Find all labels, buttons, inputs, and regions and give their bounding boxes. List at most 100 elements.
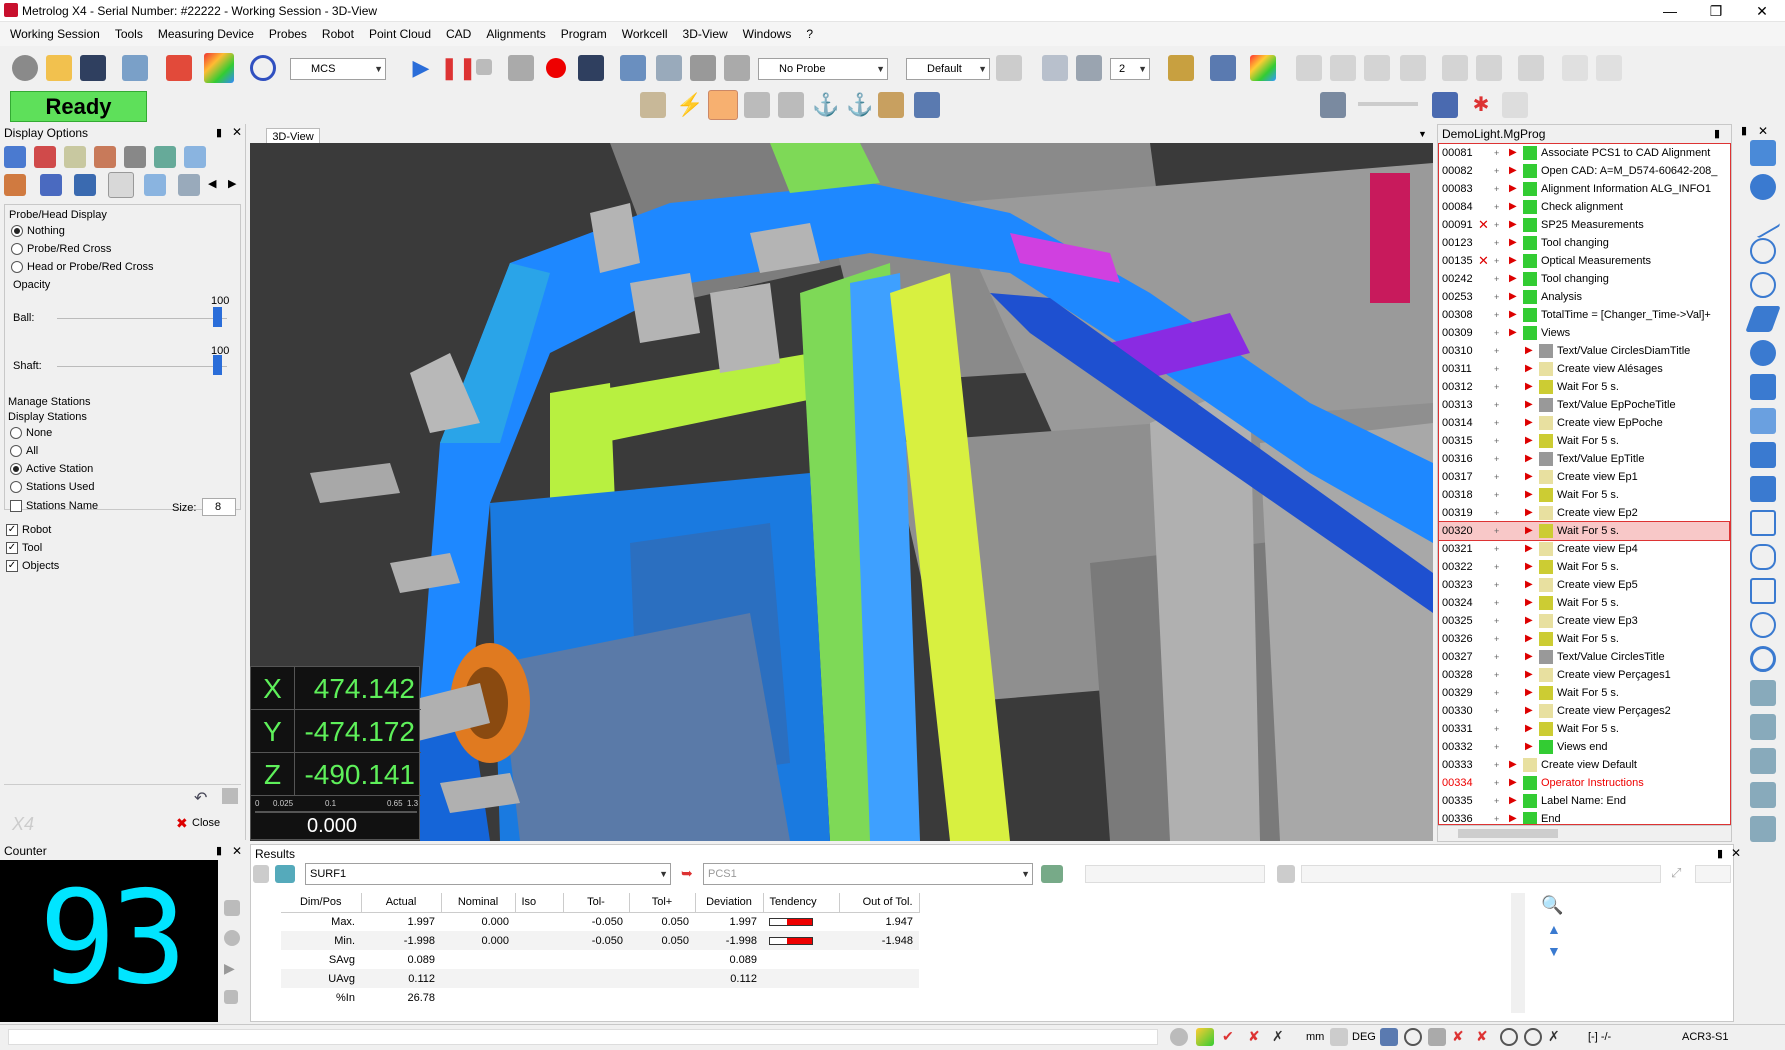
pause-icon[interactable]: ❚❚ (440, 55, 477, 81)
print-icon[interactable] (122, 55, 148, 81)
breakpoint-arrow-icon[interactable]: ▶ (1509, 760, 1519, 770)
scroll-right-icon[interactable]: ▶ (228, 177, 236, 190)
filter-input[interactable] (1085, 865, 1265, 883)
view-count-select[interactable]: 2 ▼ (1110, 58, 1150, 80)
display-mesh-icon[interactable] (184, 146, 206, 168)
cross-red-icon[interactable]: ✘ (1248, 1028, 1266, 1046)
program-row[interactable]: 00091 ✕ + ▶ SP25 Measurements (1439, 216, 1729, 234)
program-row[interactable]: 00326 + ▶ Wait For 5 s. (1439, 630, 1729, 648)
expand-icon[interactable]: + (1494, 166, 1504, 176)
expand-icon[interactable]: + (1494, 256, 1504, 266)
view-menu-chevron-icon[interactable]: ▼ (1418, 129, 1427, 139)
menu-measuring-device[interactable]: Measuring Device (158, 27, 254, 41)
cross-red-icon[interactable]: ✘ (1452, 1028, 1470, 1046)
display-probe-icon[interactable] (4, 146, 26, 168)
program-row[interactable]: 00320 + ▶ Wait For 5 s. (1439, 521, 1730, 541)
trash-icon[interactable] (224, 900, 240, 916)
expand-icon[interactable]: + (1494, 580, 1504, 590)
program-row[interactable]: 00314 + ▶ Create view EpPoche (1439, 414, 1729, 432)
menu-workcell[interactable]: Workcell (622, 27, 668, 41)
step-forward-icon[interactable]: ▶ (224, 960, 240, 976)
results-row[interactable]: Max. 1.997 0.000 -0.050 0.050 1.997 1.947 (281, 912, 919, 931)
scroll-left-icon[interactable]: ◀ (208, 177, 216, 190)
program-row[interactable]: 00083 + ▶ Alignment Information ALG_INFO1 (1439, 180, 1729, 198)
default-select[interactable]: Default ▼ (906, 58, 990, 80)
breakpoint-arrow-icon[interactable]: ▶ (1509, 166, 1519, 176)
program-row[interactable]: 00322 + ▶ Wait For 5 s. (1439, 558, 1729, 576)
expand-icon[interactable]: + (1494, 364, 1504, 374)
program-row[interactable]: 00324 + ▶ Wait For 5 s. (1439, 594, 1729, 612)
display-frame-icon[interactable] (40, 174, 62, 196)
minimize-button[interactable]: — (1647, 0, 1693, 22)
breakpoint-arrow-icon[interactable]: ▶ (1525, 364, 1535, 374)
construct-icon[interactable] (1750, 782, 1776, 808)
menu-working-session[interactable]: Working Session (10, 27, 100, 41)
torus-icon[interactable] (1750, 612, 1776, 638)
axis-icon[interactable]: ➥ (681, 865, 699, 883)
move-down-icon[interactable]: ▼ (1547, 943, 1561, 959)
program-row[interactable]: 00317 + ▶ Create view Ep1 (1439, 468, 1729, 486)
check-red-icon[interactable]: ✔ (1222, 1028, 1240, 1046)
expand-icon[interactable]: + (1494, 598, 1504, 608)
breakpoint-arrow-icon[interactable]: ▶ (1525, 454, 1535, 464)
speed-gauge-icon[interactable] (708, 90, 738, 120)
program-row[interactable]: 00253 + ▶ Analysis (1439, 288, 1729, 306)
display-light-icon[interactable] (64, 146, 86, 168)
ball-opacity-slider[interactable] (57, 318, 227, 319)
breakpoint-arrow-icon[interactable]: ▶ (1525, 418, 1535, 428)
expand-icon[interactable]: ⤢ (1671, 865, 1689, 883)
grid-icon[interactable] (1330, 1028, 1348, 1046)
plane-icon[interactable] (1745, 306, 1781, 332)
ellipse-icon[interactable] (1750, 544, 1776, 570)
close-panel-icon[interactable]: ✕ (1731, 846, 1741, 860)
cad-hide-icon[interactable] (656, 55, 682, 81)
distance-icon[interactable] (1750, 680, 1776, 706)
expand-icon[interactable]: + (1494, 490, 1504, 500)
sync-icon[interactable] (1380, 1028, 1398, 1046)
cross-icon[interactable]: ✗ (1272, 1028, 1290, 1046)
record-icon[interactable] (546, 58, 566, 78)
menu-help[interactable]: ? (806, 27, 813, 41)
expand-icon[interactable]: + (1494, 544, 1504, 554)
alignment-icon[interactable] (250, 55, 276, 81)
pcs-select[interactable]: PCS1 ▼ (703, 863, 1033, 885)
program-row[interactable]: 00123 + ▶ Tool changing (1439, 234, 1729, 252)
globe-icon[interactable] (1170, 1028, 1188, 1046)
probe-multi-icon[interactable] (724, 55, 750, 81)
square-icon[interactable] (1750, 510, 1776, 536)
breakpoint-arrow-icon[interactable]: ▶ (1509, 814, 1519, 824)
view-iso-icon[interactable] (1400, 55, 1426, 81)
close-panel-icon[interactable]: ✕ (232, 125, 242, 139)
save-icon[interactable] (80, 55, 106, 81)
expand-icon[interactable]: + (1494, 382, 1504, 392)
breakpoint-arrow-icon[interactable]: ▶ (1525, 634, 1535, 644)
pin-icon[interactable]: ▮ (216, 126, 222, 139)
info-icon[interactable] (1210, 55, 1236, 81)
menu-probes[interactable]: Probes (269, 27, 307, 41)
program-row[interactable]: 00325 + ▶ Create view Ep3 (1439, 612, 1729, 630)
expand-icon[interactable]: + (1494, 526, 1504, 536)
expand-icon[interactable]: + (1494, 400, 1504, 410)
program-row[interactable]: 00084 + ▶ Check alignment (1439, 198, 1729, 216)
breakpoint-arrow-icon[interactable]: ▶ (1525, 562, 1535, 572)
tool-rack-icon[interactable] (878, 92, 904, 118)
save-settings-icon[interactable] (222, 788, 238, 804)
expand-icon[interactable]: + (1494, 202, 1504, 212)
program-row[interactable]: 00332 + ▶ Views end (1439, 738, 1729, 756)
pin-icon[interactable]: ▮ (1717, 847, 1723, 860)
stations-name-checkbox[interactable]: Stations Name (10, 500, 98, 512)
tab-3d-view[interactable]: 3D-View (266, 128, 320, 144)
display-image-icon[interactable] (154, 146, 176, 168)
close-button[interactable]: ✖ Close (172, 812, 238, 834)
unit-label[interactable]: mm (1306, 1031, 1324, 1043)
cross-red-icon[interactable]: ✘ (1476, 1028, 1494, 1046)
program-row[interactable]: 00310 + ▶ Text/Value CirclesDiamTitle (1439, 342, 1729, 360)
circle-icon[interactable] (1750, 238, 1776, 264)
pin-icon[interactable]: ▮ (1741, 124, 1747, 137)
option-probe-red-cross[interactable]: Probe/Red Cross (11, 243, 111, 255)
breakpoint-arrow-icon[interactable]: ▶ (1525, 508, 1535, 518)
expand-icon[interactable]: + (1494, 796, 1504, 806)
expand-icon[interactable]: + (1494, 292, 1504, 302)
results-row[interactable]: SAvg 0.089 0.089 (281, 950, 919, 969)
breakpoint-arrow-icon[interactable]: ▶ (1509, 184, 1519, 194)
